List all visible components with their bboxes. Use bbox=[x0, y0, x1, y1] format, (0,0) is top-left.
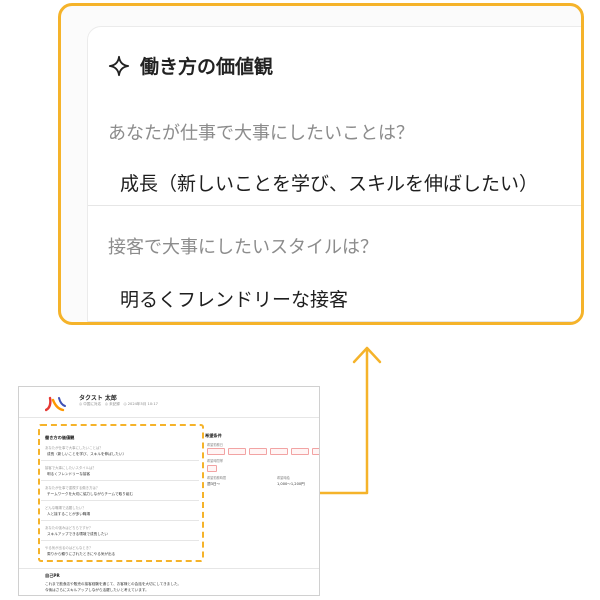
divider bbox=[19, 417, 319, 418]
thumb-label: 希望勤務日 bbox=[207, 443, 223, 447]
thumb-value: 週3日〜 bbox=[207, 482, 221, 486]
day-tag bbox=[228, 448, 246, 455]
divider bbox=[19, 568, 319, 569]
answer-work-priority: 成長（新しいことを学び、スキルを伸ばしたい） bbox=[120, 173, 539, 195]
profile-meta: ◎ 中国に対応 ◎ 未記録 ◎ 2024年5月 10:17 bbox=[79, 402, 158, 406]
thumb-value: 1,000〜1,200円 bbox=[277, 482, 305, 486]
sparkle-icon bbox=[108, 55, 130, 76]
thumb-label: 希望時間帯 bbox=[207, 459, 223, 463]
question-work-priority: あなたが仕事で大事にしたいことは？ bbox=[108, 123, 414, 144]
thumb-label: 希望時給 bbox=[277, 476, 290, 480]
thumb-pr-title: 自己PR bbox=[45, 573, 60, 578]
zoom-callout: 働き方の価値観 あなたが仕事で大事にしたいことは？ 成長（新しいことを学び、スキ… bbox=[58, 3, 584, 325]
day-tags bbox=[207, 448, 319, 455]
app-logo bbox=[45, 396, 66, 412]
question-service-style: 接客で大事にしたいスタイルは？ bbox=[108, 237, 378, 258]
values-card-title: 働き方の価値観 bbox=[140, 56, 274, 78]
day-tag bbox=[312, 448, 319, 455]
day-tag bbox=[207, 448, 225, 455]
thumb-label: 希望勤務時間 bbox=[207, 476, 227, 480]
day-tag bbox=[249, 448, 267, 455]
thumb-pr-text: これまで飲食店や販売の接客経験を通じて、お客様との会話を大切にしてきました。 bbox=[45, 582, 182, 586]
day-tag bbox=[270, 448, 288, 455]
values-card: 働き方の価値観 あなたが仕事で大事にしたいことは？ 成長（新しいことを学び、スキ… bbox=[87, 26, 581, 322]
day-tag bbox=[291, 448, 309, 455]
thumb-pr-text: 今後はさらにスキルアップしながら活躍したいと考えています。 bbox=[45, 588, 149, 592]
divider bbox=[88, 321, 581, 322]
divider bbox=[88, 205, 581, 206]
time-tag bbox=[207, 465, 217, 472]
values-card-header: 働き方の価値観 bbox=[108, 52, 273, 79]
highlight-frame bbox=[38, 424, 204, 562]
answer-service-style: 明るくフレンドリーな接客 bbox=[120, 289, 349, 311]
thumb-conditions-title: 希望条件 bbox=[205, 433, 222, 438]
profile-name: タクスト 太郎 bbox=[79, 395, 117, 402]
